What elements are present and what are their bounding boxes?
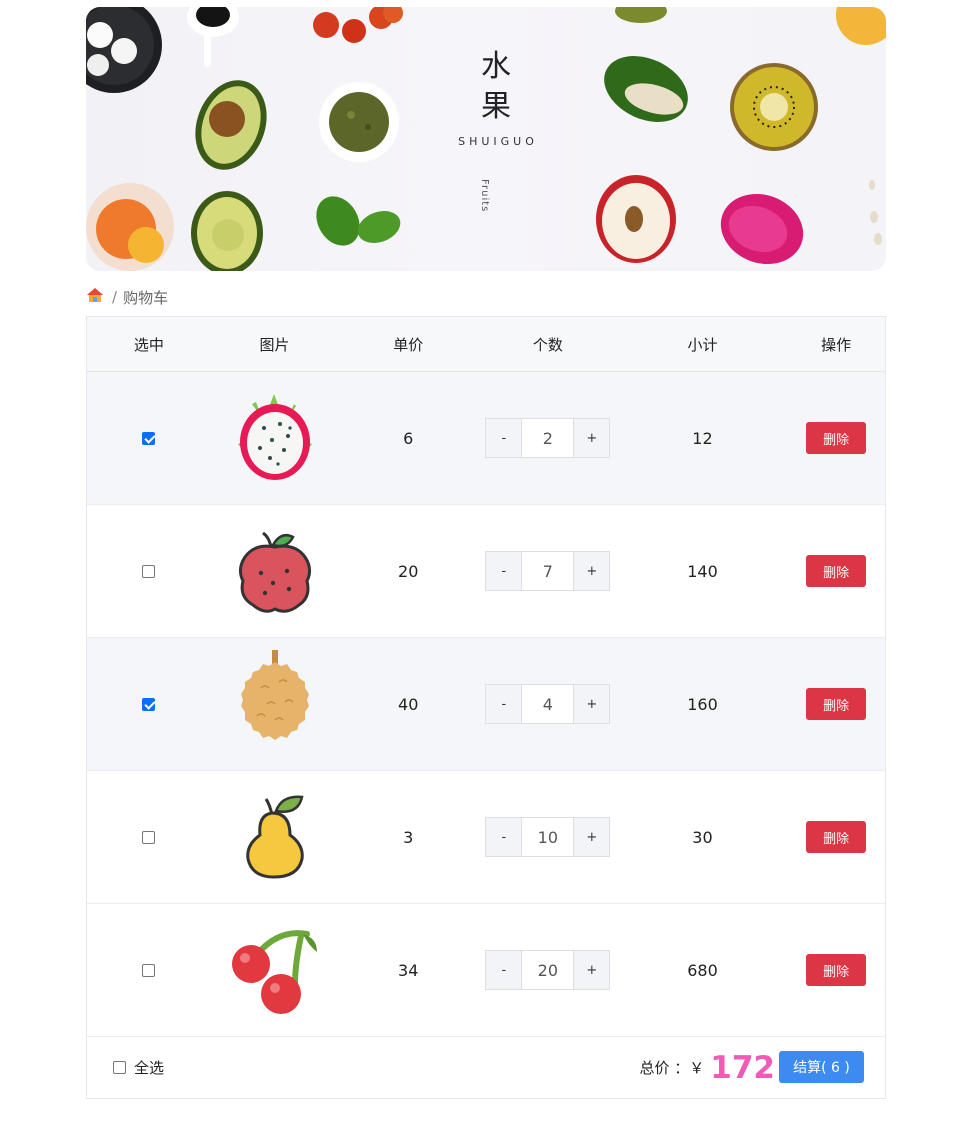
delete-button[interactable]: 删除 [806,555,867,587]
cart-table: 选中 图片 单价 个数 小计 操作 6 - 2 + 12 删除 20 - 7 +… [86,316,886,1099]
delete-button[interactable]: 删除 [806,954,867,986]
quantity-input[interactable]: 2 [522,418,574,458]
table-row: 20 - 7 + 140 删除 [87,505,885,638]
cherry-icon [231,930,317,1014]
row-price: 3 [403,827,414,847]
row-image-cell [211,638,339,770]
header-action: 操作 [821,335,852,354]
quantity-stepper: - 2 + [485,418,611,458]
table-row: 34 - 20 + 680 删除 [87,904,885,1037]
total-price: 总价 ：￥ 172 [640,1037,776,1098]
table-header: 选中 图片 单价 个数 小计 操作 [87,317,885,372]
header-subtotal: 小计 [687,335,718,354]
quantity-input[interactable]: 10 [522,817,574,857]
dragon-fruit-icon [237,394,312,480]
row-price: 40 [398,694,419,714]
quantity-stepper: - 20 + [485,950,611,990]
shopping-cart-app: 水 果 SHUIGUO Fruits / 购物车 选中 图片 单价 个数 小计 … [86,7,886,1099]
table-row: 6 - 2 + 12 删除 [87,372,885,505]
row-subtotal: 12 [692,428,713,448]
select-all-label: 全选 [134,1059,165,1077]
select-all[interactable]: 全选 [113,1057,164,1078]
row-action-cell: 删除 [787,771,885,903]
checkout-button[interactable]: 结算( 6 ) [779,1051,864,1083]
home-icon[interactable] [86,287,104,307]
row-price: 20 [398,561,419,581]
decrement-button[interactable]: - [485,950,523,990]
table-row: 3 - 10 + 30 删除 [87,771,885,904]
row-subtotal: 680 [687,960,718,980]
banner-subtitle: SHUIGUO [458,135,538,148]
row-checkbox[interactable] [142,830,156,844]
delete-button[interactable]: 删除 [806,688,867,720]
increment-button[interactable]: + [573,817,611,857]
delete-button[interactable]: 删除 [806,422,867,454]
decrement-button[interactable]: - [485,418,523,458]
row-checkbox[interactable] [142,697,156,711]
banner-english: Fruits [479,179,490,213]
increment-button[interactable]: + [573,950,611,990]
row-count-cell: - 2 + [478,372,618,504]
lychee-icon [238,531,311,613]
total-label: 总价 ：￥ [639,1059,705,1077]
row-select-cell [87,372,211,504]
row-image-cell [211,505,339,637]
decrement-button[interactable]: - [485,684,523,724]
breadcrumb: / 购物车 [86,286,168,308]
row-count-cell: - 10 + [478,771,618,903]
banner-title: 水 果 [466,47,526,127]
header-select: 选中 [133,335,164,354]
decrement-button[interactable]: - [485,817,523,857]
row-subtotal: 140 [687,561,718,581]
breadcrumb-current: 购物车 [123,288,169,307]
total-value: 172 [710,1049,775,1086]
row-action-cell: 删除 [787,505,885,637]
row-checkbox[interactable] [142,431,156,445]
row-checkbox[interactable] [142,564,156,578]
quantity-input[interactable]: 20 [522,950,574,990]
row-count-cell: - 4 + [478,638,618,770]
increment-button[interactable]: + [573,684,611,724]
pear-icon [245,795,304,879]
header-image: 图片 [259,335,290,354]
quantity-stepper: - 10 + [485,817,611,857]
breadcrumb-separator: / [112,288,118,306]
increment-button[interactable]: + [573,551,611,591]
row-count-cell: - 20 + [478,904,618,1036]
row-action-cell: 删除 [787,372,885,504]
row-subtotal: 160 [687,694,718,714]
row-select-cell [87,771,211,903]
row-action-cell: 删除 [787,638,885,770]
durian-icon [240,650,309,740]
row-checkbox[interactable] [142,963,156,977]
row-image-cell [211,771,339,903]
row-image-cell [211,372,339,504]
quantity-input[interactable]: 7 [522,551,574,591]
row-select-cell [87,505,211,637]
decrement-button[interactable]: - [485,551,523,591]
row-select-cell [87,638,211,770]
row-action-cell: 删除 [787,904,885,1036]
select-all-checkbox[interactable] [113,1061,126,1074]
quantity-stepper: - 7 + [485,551,611,591]
row-subtotal: 30 [692,827,713,847]
row-select-cell [87,904,211,1036]
delete-button[interactable]: 删除 [806,821,867,853]
row-count-cell: - 7 + [478,505,618,637]
header-price: 单价 [393,335,424,354]
quantity-stepper: - 4 + [485,684,611,724]
row-image-cell [211,904,339,1036]
banner-title-line1: 水 [481,49,511,84]
banner-title-line2: 果 [481,89,511,124]
row-price: 6 [403,428,414,448]
table-row: 40 - 4 + 160 删除 [87,638,885,771]
increment-button[interactable]: + [573,418,611,458]
quantity-input[interactable]: 4 [522,684,574,724]
fruit-banner: 水 果 SHUIGUO Fruits [86,7,886,271]
row-price: 34 [398,960,419,980]
cart-footer: 全选 总价 ：￥ 172 结算( 6 ) [87,1037,885,1098]
header-count: 个数 [532,335,563,354]
